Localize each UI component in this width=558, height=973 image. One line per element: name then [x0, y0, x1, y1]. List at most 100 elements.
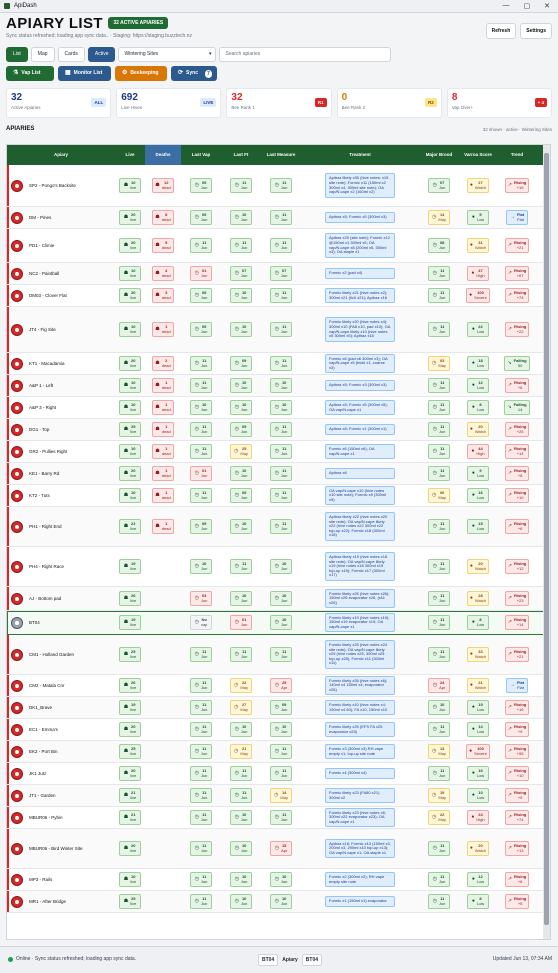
treatment-summary[interactable]: Apitraz likely x22 (hive notes x20 site …	[325, 512, 395, 541]
apiary-cell[interactable]: EC1 - Emma's	[11, 719, 115, 740]
apiary-cell[interactable]: DM - Pines	[11, 207, 115, 228]
table-row[interactable]: BT04 ☗ 19 live ◷ No vap ◷ 01 Jun ◷ 10 Jun Formic like…	[7, 611, 544, 635]
apiary-cell[interactable]: KE1 - Barry Rd	[11, 463, 115, 484]
treatment-summary[interactable]: Apitraz x5; Formic x5 (300ml x3)	[325, 212, 395, 223]
stat-card[interactable]: 8 Vap Over+ + 4	[446, 88, 553, 118]
table-row[interactable]: MBUR06 - Pybin ☗ 21 live ◷ 11 Jun ◷ 10 Jun ◷ 11 Jun F…	[7, 807, 544, 829]
maximize-icon[interactable]: ▢	[524, 2, 531, 10]
scrollbar-thumb[interactable]	[544, 153, 549, 925]
treatment-summary[interactable]: Formic likely x26 (hive notes x6); 140ml…	[325, 675, 395, 696]
treatment-summary[interactable]: Apitraz likely x19 (hive notes x16 site …	[325, 552, 395, 581]
treatment-summary[interactable]: Formic likely x19 (hive notes x19); 150m…	[325, 612, 395, 633]
table-row[interactable]: MR1 - After Bridge ☗ 25 live ◷ 11 Jun ◷ 10 Jun ◷ 10…	[7, 891, 544, 913]
treatment-summary[interactable]: Formic likely x21 (hive notes x2); 300ml…	[325, 287, 395, 304]
treatment-summary[interactable]: OA vap/N.cape x10 (hive notes x10 site n…	[325, 485, 395, 506]
table-row[interactable]: EK2 - Port Bin ☗ 25 live ◷ 11 Jun ◷ 21 May ◷ 11 Jun F…	[7, 741, 544, 763]
table-row[interactable]: KT2 - Tuts ☗ 10 live ☗ 1 dead ◷ 11 Jun ◷ 09 Jun ◷ 11 Ju…	[7, 485, 544, 507]
treatment-summary[interactable]: Formic x2 (pad x4)	[325, 268, 395, 279]
apiary-cell[interactable]: BT04	[11, 611, 115, 634]
column-header-trend[interactable]: Trend	[497, 145, 537, 165]
table-row[interactable]: CM2 - Matala Cnr ☗ 26 live ◷ 11 Jun ◷ 22 May ◷ 25 Ap…	[7, 675, 544, 697]
column-header-last-measure[interactable]: Last Measure	[261, 145, 301, 165]
table-row[interactable]: PH1 - Right End ☗ 22 live ☗ 1 dead ◷ 09 Jun ◷ 10 Jun…	[7, 507, 544, 547]
vap-list-button[interactable]: ⚗ Vap List	[6, 66, 54, 81]
current-apiary-chip-2[interactable]: BT04	[301, 954, 323, 966]
apiary-cell[interactable]: CM2 - Matala Cnr	[11, 675, 115, 696]
apiary-cell[interactable]: CM1 - Holland Garden	[11, 635, 115, 674]
treatment-summary[interactable]: Formic likely x25 (hive notes x24 site n…	[325, 640, 395, 669]
table-row[interactable]: DG1 - Top ☗ 25 live ☗ 1 dead ◷ 11 Jun ◷ 09 Jun ◷ 11 Jun…	[7, 419, 544, 441]
apiary-cell[interactable]: KT1 - Macadamia	[11, 353, 115, 374]
close-icon[interactable]: ✕	[544, 2, 550, 10]
table-row[interactable]: JK1 Jutz ☗ 20 live ◷ 11 Jun ◷ 11 Jun ◷ 11 Jun Formic …	[7, 763, 544, 785]
tab-map[interactable]: Map	[30, 47, 55, 62]
apiary-cell[interactable]: KT2 - Tuts	[11, 485, 115, 506]
treatment-summary[interactable]: Formic likely x25 (EFS FA x25 evaporator…	[325, 721, 395, 738]
table-row[interactable]: MP3 - Rails ☗ 10 live ◷ 11 Jun ◷ 10 Jun ◷ 10 Jun Form…	[7, 869, 544, 891]
table-row[interactable]: JT4 - Fig Site ☗ 10 live ☗ 1 dead ◷ 09 Jun ◷ 10 Jun ◷…	[7, 307, 544, 353]
table-row[interactable]: DM - Pines ☗ 20 live ☗ 8 dead ◷ 09 Jun ◷ 10 Jun ◷ 11 Ju…	[7, 207, 544, 229]
treatment-summary[interactable]: Formic x4 (300ml x4)	[325, 768, 395, 779]
tab-cards[interactable]: Cards	[57, 47, 85, 62]
table-row[interactable]: GR2 - Pullies Right ☗ 10 live ☗ 1 dead ◷ 11 Jun ◷ 2…	[7, 441, 544, 463]
apiary-cell[interactable]: MBUR06 - Pybin	[11, 807, 115, 828]
table-row[interactable]: SP2 - Pongo's Backsite ☗ 10 live ☗ 12 dead ◷ 09 J…	[7, 165, 544, 207]
table-row[interactable]: KE1 - Barry Rd ☗ 20 live ☗ 1 dead ◷ 01 Jun ◷ 10 Jun ◷…	[7, 463, 544, 485]
treatment-summary[interactable]: Apitraz x20 (site note); Formic x12 @150…	[325, 233, 395, 258]
treatment-summary[interactable]: Formic likely x23 (FA80 x21) 300ml x2	[325, 787, 395, 804]
settings-button[interactable]: Settings	[520, 23, 552, 39]
column-header-major-brood[interactable]: Major Brood	[419, 145, 459, 165]
stat-card[interactable]: 0 Bee Rank 2 R2	[336, 88, 442, 118]
table-row[interactable]: EC1 - Emma's ☗ 20 live ◷ 11 Jun ◷ 10 Jun ◷ 10 Jun For…	[7, 719, 544, 741]
treatment-summary[interactable]: Formic x6 (150ml x6); OA vap/N.cape x1	[325, 443, 395, 460]
column-header-treatment[interactable]: Treatment	[301, 145, 419, 165]
apiary-cell[interactable]: EK2 - Port Bin	[11, 741, 115, 762]
table-row[interactable]: NC2 - Paintball ☗ 10 live ☗ 4 dead ◷ 01 Jun ◷ 07 Jun…	[7, 263, 544, 285]
treatment-summary[interactable]: Formic x6 (pad x6 300ml x3); OA vap/N.ca…	[325, 353, 395, 374]
table-row[interactable]: MBUR06 - Bird Winter Site ☗ 20 live ◷ 11 Jun ◷ 1…	[7, 829, 544, 869]
monitor-list-button[interactable]: ▦ Monitor List	[58, 66, 111, 81]
refresh-button[interactable]: Refresh	[485, 23, 517, 39]
apiary-cell[interactable]: A&P 3 - Right	[11, 397, 115, 418]
apiary-cell[interactable]: MBUR06 - Bird Winter Site	[11, 829, 115, 868]
treatment-summary[interactable]: Apitraz x8; Formic x1 (300ml x1)	[325, 424, 395, 435]
treatment-summary[interactable]: Formic likely x20 (hive notes x4); 300ml…	[325, 317, 395, 342]
treatment-summary[interactable]: Apitraz x5; Formic x5 (300ml x5); OA vap…	[325, 399, 395, 416]
table-row[interactable]: A&P 3 - Right ☗ 10 live ☗ 1 dead ◷ 10 Jun ◷ 10 Jun ◷ 1…	[7, 397, 544, 419]
table-row[interactable]: PD1 - Climie ☗ 20 live ☗ 5 dead ◷ 11 Jun ◷ 11 Jun ◷ 11…	[7, 229, 544, 263]
apiary-cell[interactable]: MP3 - Rails	[11, 869, 115, 890]
apiary-cell[interactable]: PH1 - Right End	[11, 507, 115, 546]
table-row[interactable]: JT1 - Garden ☗ 21 live ◷ 11 Jun ◷ 11 Jun ◷ 14 May For…	[7, 785, 544, 807]
table-row[interactable]: DM03 - Clover Flat ☗ 20 live ☗ 3 dead ◷ 09 Jun ◷ 10…	[7, 285, 544, 307]
treatment-summary[interactable]: Formic x3 (300ml x3) RH vape empty x1; t…	[325, 743, 395, 760]
tab-list[interactable]: List	[6, 47, 28, 62]
apiary-cell[interactable]: MR1 - After Bridge	[11, 891, 115, 912]
table-row[interactable]: A&P 1 - Left ☗ 10 live ☗ 1 dead ◷ 11 Jun ◷ 10 Jun ◷ 10…	[7, 375, 544, 397]
treatment-summary[interactable]: Apitraz likely x30 (hive notes: x15 site…	[325, 173, 395, 198]
beekeeping-button[interactable]: ⚙ Beekeeping	[115, 66, 167, 81]
treatment-summary[interactable]: Apitraz x5; Formic x3 (300ml x3)	[325, 380, 395, 391]
apiary-cell[interactable]: NC2 - Paintball	[11, 263, 115, 284]
apiary-cell[interactable]: A&P 1 - Left	[11, 375, 115, 396]
treatment-summary[interactable]: Formic x1 (150ml x1) evaporator	[325, 896, 395, 907]
treatment-summary[interactable]: Apitraz x6	[325, 468, 395, 479]
current-apiary-chip[interactable]: BT04	[258, 954, 279, 966]
filter-active-toggle[interactable]: Active	[87, 47, 116, 62]
stat-card[interactable]: 32 Active Apiaries ALL	[6, 88, 112, 118]
apiary-cell[interactable]: DG1 - Top	[11, 419, 115, 440]
table-row[interactable]: CM1 - Holland Garden ☗ 25 live ◷ 11 Jun ◷ 11 Jun ◷…	[7, 635, 544, 675]
site-filter-select[interactable]: Wintering Sites ▾	[118, 47, 217, 62]
table-row[interactable]: PH4 - Right Race ☗ 19 live ◷ 10 Jun ◷ 11 Jun ◷ 10 Ju…	[7, 547, 544, 587]
apiary-cell[interactable]: PH4 - Right Race	[11, 547, 115, 586]
apiary-cell[interactable]: DM03 - Clover Flat	[11, 285, 115, 306]
apiary-cell[interactable]: JK1 Jutz	[11, 763, 115, 784]
minimize-icon[interactable]: —	[503, 2, 510, 10]
apiary-cell[interactable]: AJ - Bottom pad	[11, 587, 115, 610]
treatment-summary[interactable]: Formic x2 (300ml x2); RH vape empty site…	[325, 871, 395, 888]
sync-button[interactable]: ⟳ Sync 7	[171, 66, 217, 81]
apiary-cell[interactable]: GR2 - Pullies Right	[11, 441, 115, 462]
column-header-apiary[interactable]: Apiary	[7, 145, 115, 165]
vertical-scrollbar[interactable]	[543, 145, 550, 939]
treatment-summary[interactable]: Formic likely x26 (hive notes x26); 150m…	[325, 588, 395, 609]
treatment-summary[interactable]: Formic likely x10 (hive notes x4; 150ml …	[325, 699, 395, 716]
